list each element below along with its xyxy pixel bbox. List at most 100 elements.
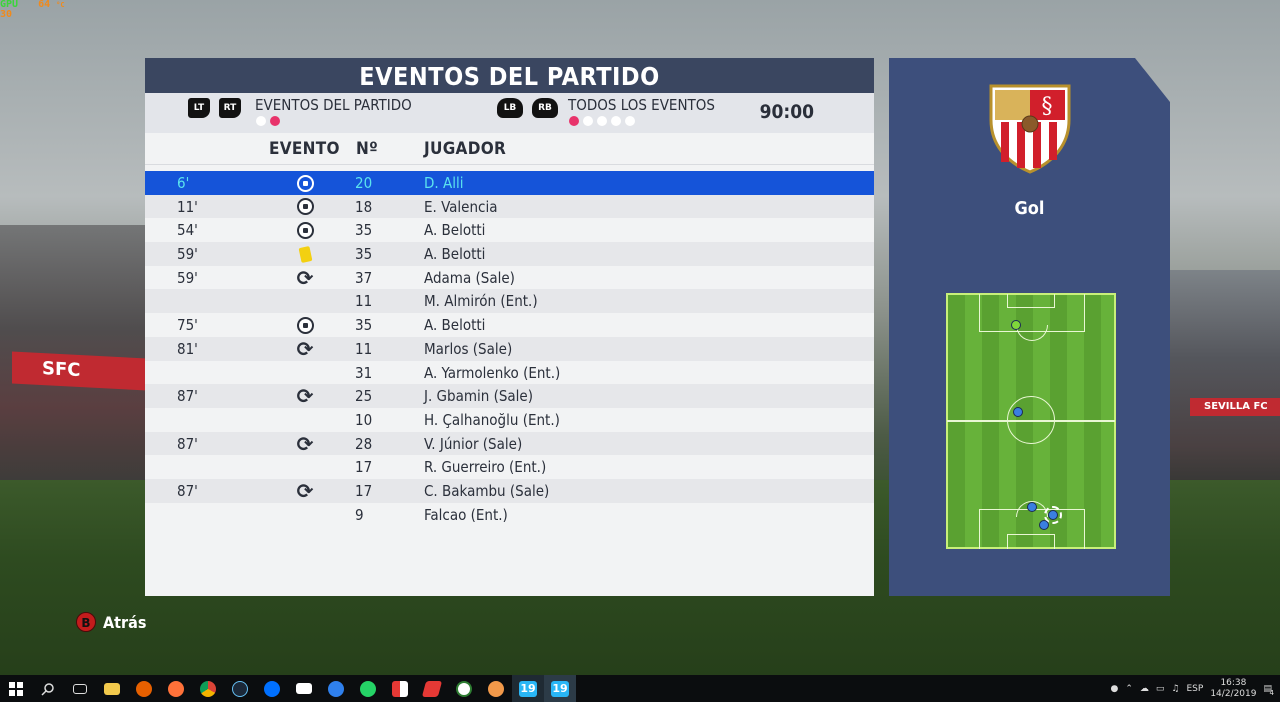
uplay-icon[interactable] (256, 675, 288, 702)
people-icon[interactable]: ● (1111, 684, 1119, 694)
app-orange-icon[interactable] (160, 675, 192, 702)
player-number: 17 (355, 481, 373, 500)
player-name: H. Çalhanoğlu (Ent.) (424, 410, 560, 429)
tab-page-dots (256, 116, 280, 126)
app-ball-icon[interactable] (448, 675, 480, 702)
volume-icon[interactable]: ♫ (1171, 684, 1179, 694)
event-minute: 75' (177, 316, 198, 335)
search-icon[interactable] (32, 675, 64, 702)
chevron-up-icon[interactable]: ⌃ (1125, 684, 1133, 694)
performance-overlay: GPU 64 °C 30 (0, 0, 65, 20)
start-icon[interactable] (0, 675, 32, 702)
rt-button[interactable]: RT (219, 98, 241, 118)
player-number: 25 (355, 387, 373, 406)
event-row[interactable]: 31 A. Yarmolenko (Ent.) (145, 361, 874, 385)
column-header-number: Nº (356, 139, 379, 159)
back-prompt[interactable]: B Atrás (76, 612, 146, 632)
goal-ball-icon (295, 221, 315, 239)
event-row[interactable]: 87' ⟳ 17 C. Bakambu (Sale) (145, 478, 874, 503)
filter-page-dots (569, 116, 635, 126)
player-name: E. Valencia (424, 197, 498, 216)
page-dot (256, 116, 266, 126)
player-name: A. Yarmolenko (Ent.) (424, 363, 561, 382)
event-minute: 11' (177, 197, 198, 216)
player-name: A. Belotti (424, 221, 486, 240)
file-explorer-icon[interactable] (96, 675, 128, 702)
event-row[interactable]: 81' ⟳ 11 Marlos (Sale) (145, 336, 874, 361)
popcorn-icon[interactable] (384, 675, 416, 702)
pitch-diagram (946, 293, 1116, 549)
system-clock[interactable]: 16:38 14/2/2019 (1210, 678, 1256, 700)
filter-all-events[interactable]: TODOS LOS EVENTOS (568, 97, 715, 113)
event-row[interactable]: 87' ⟳ 28 V. Júnior (Sale) (145, 431, 874, 456)
firefox-icon[interactable] (128, 675, 160, 702)
event-minute: 87' (177, 434, 198, 453)
page-dot-active (569, 116, 579, 126)
player-name: Adama (Sale) (424, 268, 515, 287)
fifa19-app-a[interactable]: 19 (512, 675, 544, 702)
mail-icon[interactable] (288, 675, 320, 702)
tab-match-events[interactable]: EVENTOS DEL PARTIDO (255, 97, 412, 113)
lb-button[interactable]: LB (497, 98, 523, 118)
player-number: 11 (355, 339, 373, 358)
event-row[interactable]: 59' 35 A. Belotti (145, 242, 874, 266)
page-dot (625, 116, 635, 126)
event-icon-empty (295, 292, 315, 310)
match-events-panel: EVENTOS DEL PARTIDO LT RT EVENTOS DEL PA… (145, 58, 874, 596)
player-name: D. Alli (424, 174, 464, 192)
rb-button[interactable]: RB (532, 98, 558, 118)
chrome-icon[interactable] (192, 675, 224, 702)
goal-area-top (1007, 294, 1055, 308)
player-number: 18 (355, 197, 373, 216)
steam-icon[interactable] (224, 675, 256, 702)
notifications-icon[interactable]: ▤ 4 (1263, 684, 1273, 697)
cloud-icon[interactable]: ☁ (1140, 684, 1149, 694)
ad-board-sevilla: SEVILLA FC (1190, 398, 1280, 416)
lt-button[interactable]: LT (188, 98, 210, 118)
page-dot-active (270, 116, 280, 126)
svg-text:§: § (1042, 94, 1053, 119)
app-badge-icon[interactable] (480, 675, 512, 702)
player-number: 31 (355, 363, 373, 382)
back-label: Atrás (103, 612, 147, 632)
fifa19-app-b-label: 19 (551, 680, 569, 697)
network-icon[interactable]: ▭ (1156, 684, 1165, 694)
player-name: V. Júnior (Sale) (424, 434, 523, 453)
app-red-icon[interactable] (416, 675, 448, 702)
event-row[interactable]: 75' 35 A. Belotti (145, 313, 874, 337)
player-number: 20 (355, 174, 373, 192)
whatsapp-icon[interactable] (352, 675, 384, 702)
event-icon-empty (295, 458, 315, 476)
fifa19-app-b[interactable]: 19 (544, 675, 576, 702)
language-indicator[interactable]: ESP (1187, 684, 1204, 694)
event-minute: 54' (177, 221, 198, 240)
player-marker (1013, 407, 1023, 417)
page-dot (597, 116, 607, 126)
windows-taskbar: 19 19 ● ⌃ ☁ ▭ ♫ ESP 16:38 14/2/2019 ▤ 4 (0, 675, 1280, 702)
event-row-selected[interactable]: 6' 20 D. Alli (145, 171, 874, 195)
event-row[interactable]: 10 H. Çalhanoğlu (Ent.) (145, 408, 874, 432)
goal-ball-icon (295, 174, 315, 192)
column-header-player: JUGADOR (424, 139, 507, 159)
events-list: 6' 20 D. Alli 11' 18 E. Valencia 54' 35 A. Belot… (145, 171, 874, 526)
event-icon-empty (295, 364, 315, 382)
penalty-arc-top (1016, 325, 1048, 341)
event-row[interactable]: 87' ⟳ 25 J. Gbamin (Sale) (145, 384, 874, 408)
player-name: J. Gbamin (Sale) (424, 387, 534, 406)
player-name: A. Belotti (424, 245, 486, 264)
event-row[interactable]: 11 M. Almirón (Ent.) (145, 289, 874, 314)
gpu-temp: 64 (38, 0, 51, 10)
event-row[interactable]: 11' 18 E. Valencia (145, 194, 874, 219)
player-number: 35 (355, 316, 373, 335)
player-marker (1027, 502, 1037, 512)
event-row[interactable]: 9 Falcao (Ent.) (145, 503, 874, 527)
player-number: 17 (355, 458, 373, 477)
event-row[interactable]: 17 R. Guerreiro (Ent.) (145, 455, 874, 479)
app-circle-icon[interactable] (320, 675, 352, 702)
goal-ball-icon (295, 316, 315, 334)
event-row[interactable]: 54' 35 A. Belotti (145, 218, 874, 242)
event-minute: 59' (177, 245, 198, 264)
event-row[interactable]: 59' ⟳ 37 Adama (Sale) (145, 266, 874, 290)
fifa19-app-a-label: 19 (519, 680, 537, 697)
task-view-icon[interactable] (64, 675, 96, 702)
